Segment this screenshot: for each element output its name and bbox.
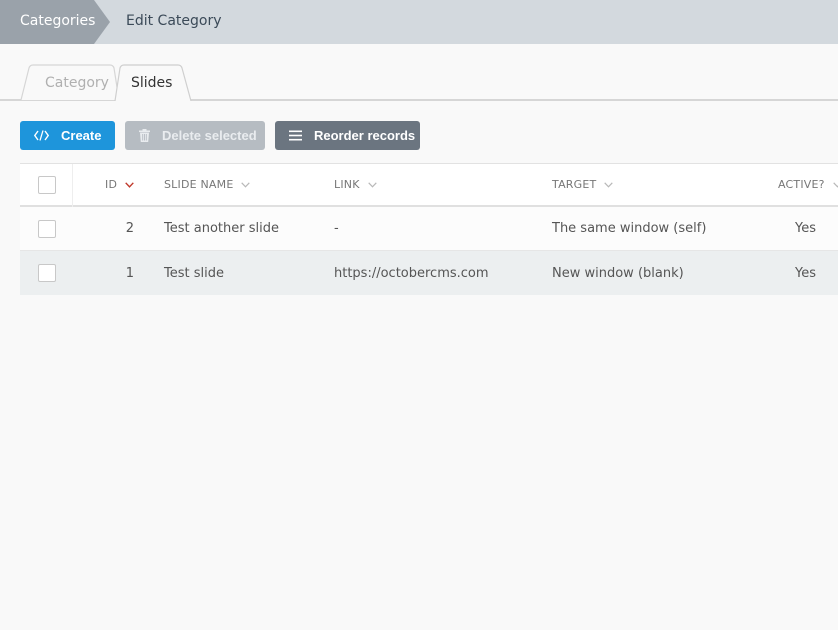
row-slide-name: Test another slide xyxy=(164,221,279,236)
column-header-link[interactable]: LINK xyxy=(334,164,377,205)
table-row[interactable]: 1 Test slide https://octobercms.com New … xyxy=(20,251,838,295)
row-link: - xyxy=(334,221,339,236)
chevron-down-icon xyxy=(367,181,377,188)
column-header-link-label: LINK xyxy=(334,178,360,191)
tab-slides-label: Slides xyxy=(131,75,173,91)
tab-category[interactable]: Category xyxy=(20,64,120,101)
table-header: ID SLIDE NAME LINK TARGET ACTIVE? xyxy=(20,164,838,207)
trash-icon xyxy=(139,129,150,142)
column-header-id-label: ID xyxy=(105,178,118,191)
breadcrumb: Categories Edit Category xyxy=(0,0,838,44)
create-button-label: Create xyxy=(61,128,102,143)
delete-selected-button[interactable]: Delete selected xyxy=(125,121,265,150)
breadcrumb-current: Edit Category xyxy=(126,13,222,29)
column-header-active[interactable]: ACTIVE? xyxy=(778,164,838,205)
row-id: 1 xyxy=(125,265,134,281)
select-all-checkbox[interactable] xyxy=(38,175,56,194)
row-checkbox[interactable] xyxy=(38,264,56,282)
row-select-cell xyxy=(38,251,56,295)
create-button[interactable]: Create xyxy=(20,121,115,150)
column-header-id[interactable]: ID xyxy=(105,164,134,205)
row-target: The same window (self) xyxy=(552,221,707,236)
breadcrumb-categories-link[interactable]: Categories xyxy=(0,0,110,44)
row-checkbox[interactable] xyxy=(38,219,56,238)
select-all-cell xyxy=(38,164,56,205)
tab-category-label: Category xyxy=(45,75,109,91)
bars-icon xyxy=(289,130,302,141)
row-active: Yes xyxy=(795,265,816,281)
row-active: Yes xyxy=(795,221,816,236)
column-header-slide-name-label: SLIDE NAME xyxy=(164,178,234,191)
column-header-target-label: TARGET xyxy=(552,178,597,191)
code-icon xyxy=(34,130,49,141)
row-select-cell xyxy=(38,207,56,250)
chevron-down-icon xyxy=(241,181,251,188)
sort-desc-icon xyxy=(125,181,134,188)
row-slide-name: Test slide xyxy=(164,265,224,281)
breadcrumb-root-label: Categories xyxy=(20,13,96,29)
column-header-target[interactable]: TARGET xyxy=(552,164,614,205)
checkbox-column-divider xyxy=(72,164,73,207)
tab-slides[interactable]: Slides xyxy=(114,64,192,101)
tab-bar: Category Slides xyxy=(0,64,838,101)
column-header-slide-name[interactable]: SLIDE NAME xyxy=(164,164,251,205)
chevron-down-icon xyxy=(604,181,614,188)
delete-selected-label: Delete selected xyxy=(162,128,257,143)
reorder-records-button[interactable]: Reorder records xyxy=(275,121,420,150)
row-link: https://octobercms.com xyxy=(334,265,489,281)
row-id: 2 xyxy=(125,221,134,236)
table-row[interactable]: 2 Test another slide - The same window (… xyxy=(20,207,838,251)
chevron-down-icon xyxy=(832,181,838,188)
column-header-active-label: ACTIVE? xyxy=(778,178,825,191)
reorder-records-label: Reorder records xyxy=(314,128,416,143)
row-target: New window (blank) xyxy=(552,265,684,281)
slides-table: ID SLIDE NAME LINK TARGET ACTIVE? 2 Test… xyxy=(20,163,838,295)
